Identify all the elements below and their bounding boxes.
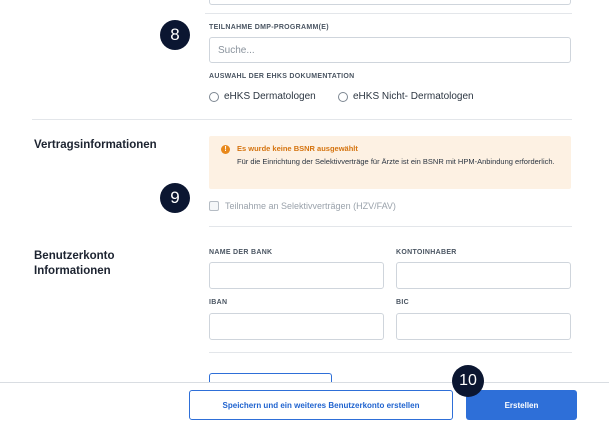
radio-label: eHKS Nicht- Dermatologen [353, 91, 474, 102]
account-section-title-line-1: Benutzerkonto [34, 250, 115, 262]
account-holder-label: KONTOINHABER [396, 249, 457, 256]
step-badge-10: 10 [452, 365, 484, 397]
bic-label: BIC [396, 299, 409, 306]
dmp-program-search-input[interactable] [209, 37, 571, 63]
section-divider [32, 119, 572, 120]
dmp-program-label: TEILNAHME DMP-PROGRAMM(E) [209, 24, 329, 31]
step-badge-8: 8 [160, 20, 190, 50]
account-holder-input[interactable] [396, 262, 571, 289]
save-and-create-another-button[interactable]: Speichern und ein weiteres Benutzerkonto… [189, 390, 453, 420]
account-section-title-line-2: Informationen [34, 265, 111, 277]
bank-name-label: NAME DER BANK [209, 249, 273, 256]
selective-contracts-checkbox-option[interactable]: Teilnahme an Selektivverträgen (HZV/FAV) [209, 201, 396, 211]
no-bsnr-warning-alert: ! Es wurde keine BSNR ausgewählt Für die… [209, 136, 571, 189]
bic-input[interactable] [396, 313, 571, 340]
divider [205, 13, 572, 14]
checkbox-label: Teilnahme an Selektivverträgen (HZV/FAV) [225, 201, 396, 211]
ehks-nicht-dermatologen-radio-option[interactable]: eHKS Nicht- Dermatologen [338, 91, 474, 102]
ehks-dermatologen-radio-option[interactable]: eHKS Dermatologen [209, 91, 316, 102]
previous-input-edge [209, 0, 571, 5]
warning-text: Für die Einrichtung der Selektivverträge… [237, 157, 555, 166]
radio-button[interactable] [338, 91, 348, 102]
step-badge-9: 9 [160, 183, 190, 213]
warning-title: Es wurde keine BSNR ausgewählt [237, 144, 358, 153]
contract-section-title: Vertragsinformationen [34, 139, 157, 151]
selective-contracts-checkbox[interactable] [209, 201, 219, 211]
radio-label: eHKS Dermatologen [224, 91, 316, 102]
section-divider [209, 352, 572, 353]
warning-icon: ! [221, 145, 230, 154]
ehks-documentation-label: AUSWAHL DER EHKS DOKUMENTATION [209, 73, 355, 80]
iban-label: IBAN [209, 299, 228, 306]
radio-button[interactable] [209, 91, 219, 102]
iban-input[interactable] [209, 313, 384, 340]
bank-name-input[interactable] [209, 262, 384, 289]
section-divider [209, 226, 572, 227]
create-button[interactable]: Erstellen [466, 390, 577, 420]
